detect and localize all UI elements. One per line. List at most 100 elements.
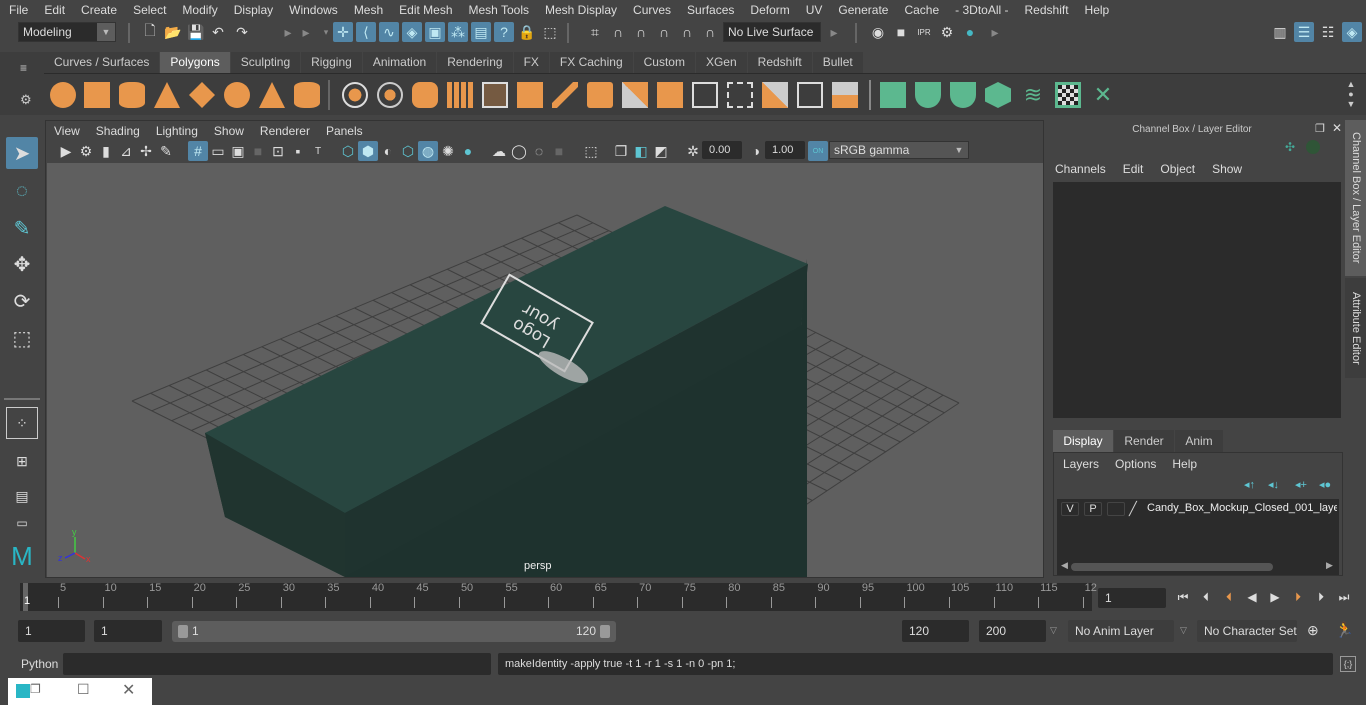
four-view-layout-icon[interactable]: ⊞ (6, 445, 38, 477)
collapse-arrow-icon[interactable]: ▸ (278, 22, 298, 42)
shelf-tab-fx[interactable]: FX (513, 52, 549, 73)
grease-pencil-icon[interactable]: ✎ (156, 141, 176, 161)
render-view-icon[interactable]: ◉ (868, 22, 888, 42)
select-components-icon[interactable]: ⟨ (356, 22, 376, 42)
menu-uv[interactable]: UV (797, 3, 830, 17)
scroll-left-icon[interactable]: ◀ (1061, 560, 1068, 571)
shelf-tab-fx-caching[interactable]: FX Caching (549, 52, 633, 73)
time-slider[interactable]: 1 5 10 15 20 25 30 35 40 45 50 55 60 65 70 75 80 85 90 95 1… (20, 582, 1097, 611)
modeling-toolkit-icon[interactable]: ▥ (1270, 22, 1290, 42)
select-curve-icon[interactable]: ∿ (379, 22, 399, 42)
live-surface-field[interactable]: No Live Surface (723, 22, 821, 42)
menu-file[interactable]: File (0, 3, 35, 17)
insert-edge-loop-icon[interactable] (727, 82, 753, 108)
close-icon[interactable]: ✕ (122, 680, 135, 700)
scroll-thumb[interactable] (1071, 563, 1273, 571)
bridge-icon[interactable] (552, 82, 578, 108)
animation-prefs-icon[interactable]: 🏃 (1335, 621, 1354, 639)
layer-row[interactable]: V P ╱ Candy_Box_Mockup_Closed_001_laye (1057, 499, 1339, 519)
range-slider[interactable]: 1 120 (172, 621, 616, 642)
menu-mesh[interactable]: Mesh (345, 3, 390, 17)
shelf-tab-redshift[interactable]: Redshift (747, 52, 812, 73)
script-editor-icon[interactable]: {;} (1340, 656, 1356, 672)
vp-menu-shading[interactable]: Shading (88, 124, 148, 138)
xray-joints-icon[interactable]: ◌ (529, 141, 549, 161)
layer-menu-help[interactable]: Help (1172, 457, 1197, 471)
shelf-tab-custom[interactable]: Custom (633, 52, 695, 73)
layer-menu-options[interactable]: Options (1115, 457, 1156, 471)
poly-cube-icon[interactable] (84, 82, 110, 108)
menu-select[interactable]: Select (124, 3, 173, 17)
snap-view-plane-icon[interactable]: ∩ (654, 22, 674, 42)
poly-plane-icon[interactable] (189, 82, 215, 108)
make-live-icon[interactable]: ∩ (700, 22, 720, 42)
shadows-icon[interactable]: ● (458, 141, 478, 161)
menu-edit-mesh[interactable]: Edit Mesh (390, 3, 459, 17)
target-weld-icon[interactable] (762, 82, 788, 108)
bevel-icon[interactable] (622, 82, 648, 108)
display-toggle-icon[interactable] (1306, 140, 1320, 154)
menu-curves[interactable]: Curves (624, 3, 678, 17)
hypershade-icon[interactable]: ● (960, 22, 980, 42)
character-set-dropdown[interactable]: No Character Set (1197, 620, 1297, 642)
playback-start-field[interactable]: 1 (94, 620, 162, 642)
close-panel-icon[interactable]: ✕ (1332, 121, 1342, 135)
select-tool-icon[interactable]: ➤ (6, 137, 38, 169)
channel-list[interactable] (1053, 182, 1341, 418)
play-forwards-icon[interactable]: ▶ (1266, 589, 1284, 605)
layer-name[interactable]: Candy_Box_Mockup_Closed_001_laye (1147, 502, 1337, 514)
maximize-icon[interactable]: ☐ (77, 681, 90, 698)
film-gate-icon[interactable]: ▭ (208, 141, 228, 161)
scroll-right-icon[interactable]: ▶ (1326, 560, 1333, 571)
backface-icon[interactable]: ■ (549, 141, 569, 161)
layer-tab-render[interactable]: Render (1114, 430, 1174, 452)
extrude-icon[interactable] (587, 82, 613, 108)
select-deformer-icon[interactable]: ▣ (425, 22, 445, 42)
menu-windows[interactable]: Windows (280, 3, 345, 17)
menu-surfaces[interactable]: Surfaces (678, 3, 741, 17)
image-plane-icon[interactable]: ⊿ (116, 141, 136, 161)
shelf-tab-animation[interactable]: Animation (362, 52, 437, 73)
2d-pan-zoom-icon[interactable]: ✢ (136, 141, 156, 161)
collapse-arrow-icon[interactable]: ▸ (824, 22, 844, 42)
cb-menu-edit[interactable]: Edit (1123, 162, 1144, 176)
vp-menu-view[interactable]: View (46, 124, 88, 138)
cb-menu-object[interactable]: Object (1160, 162, 1195, 176)
wireframe-icon[interactable]: ⬡ (338, 141, 358, 161)
menu-edit[interactable]: Edit (35, 3, 72, 17)
gamma-icon[interactable]: ◑ (746, 141, 766, 161)
menu-redshift[interactable]: Redshift (1016, 3, 1076, 17)
end-frame-field[interactable]: 200 (979, 620, 1046, 642)
save-scene-icon[interactable]: 💾 (186, 22, 206, 42)
shelf-tab-rigging[interactable]: Rigging (301, 52, 362, 73)
menu-deform[interactable]: Deform (741, 3, 796, 17)
range-end-handle[interactable] (600, 625, 610, 638)
mirror-icon[interactable] (412, 82, 438, 108)
new-layer-icon[interactable]: ◂+ (1295, 478, 1307, 491)
quad-draw-icon[interactable] (832, 82, 858, 108)
uv-unfold-icon[interactable]: ≋ (1020, 82, 1046, 108)
snap-live-icon[interactable]: ∩ (677, 22, 697, 42)
isolate-select-icon[interactable]: ⬚ (581, 141, 601, 161)
default-material-icon[interactable]: ◐ (378, 141, 398, 161)
motion-blur-icon[interactable]: ◧ (631, 141, 651, 161)
field-chart-icon[interactable]: ⊡ (268, 141, 288, 161)
undo-icon[interactable]: ↶ (208, 22, 228, 42)
single-perspective-layout-icon[interactable]: ⁘ (6, 407, 38, 439)
playback-end-field[interactable]: 120 (902, 620, 969, 642)
move-layer-down-icon[interactable]: ◂↓ (1268, 478, 1279, 491)
select-rendering-icon[interactable]: ▤ (471, 22, 491, 42)
start-frame-field[interactable]: 1 (18, 620, 85, 642)
anim-layer-dropdown[interactable]: No Anim Layer (1068, 620, 1174, 642)
scale-tool-icon[interactable]: ⬚ (6, 322, 38, 354)
select-misc-icon[interactable]: ? (494, 22, 514, 42)
step-back-frame-icon[interactable]: ⏴ (1197, 589, 1215, 605)
attribute-editor-toggle-icon[interactable]: ☰ (1294, 22, 1314, 42)
reduce-icon[interactable] (517, 82, 543, 108)
exposure-icon[interactable]: ✲ (683, 141, 703, 161)
use-all-lights-icon[interactable]: ✺ (438, 141, 458, 161)
snap-curve-icon[interactable]: ∩ (608, 22, 628, 42)
step-back-key-icon[interactable]: ⏴ (1220, 589, 1238, 605)
persp-graph-layout-icon[interactable]: ▭ (6, 515, 38, 531)
cb-menu-show[interactable]: Show (1212, 162, 1242, 176)
